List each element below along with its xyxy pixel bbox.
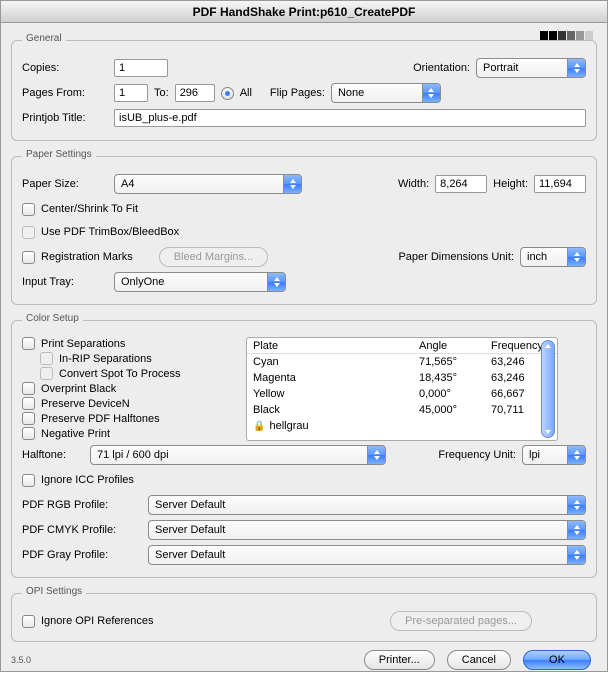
rgb-profile-select[interactable]: Server Default [148,495,586,515]
cancel-button[interactable]: Cancel [447,650,511,670]
frequency-unit-label: Frequency Unit: [438,449,516,461]
paper-width-label: Width: [398,178,429,190]
registration-marks-checkbox[interactable]: Registration Marks [22,251,133,264]
pages-to-input[interactable] [175,84,215,102]
pre-separated-button: Pre-separated pages... [390,611,532,631]
pages-from-label: Pages From: [22,87,108,99]
center-shrink-checkbox[interactable]: Center/Shrink To Fit [22,203,138,216]
version-label: 3.5.0 [11,655,31,665]
lock-icon: 🔒 [253,421,265,432]
gray-profile-label: PDF Gray Profile: [22,549,142,561]
in-rip-separations-checkbox: In-RIP Separations [40,352,240,365]
pages-from-input[interactable] [114,84,148,102]
input-tray-select[interactable]: OnlyOne [114,272,286,292]
gray-profile-select[interactable]: Server Default [148,545,586,565]
print-separations-checkbox[interactable]: Print Separations [22,337,240,350]
use-trimbox-checkbox: Use PDF TrimBox/BleedBox [22,226,179,239]
printjob-title-input[interactable] [114,109,586,127]
opi-settings-group: OPI Settings Ignore OPI References Pre-s… [11,588,597,642]
orientation-label: Orientation: [413,62,470,74]
frequency-unit-select[interactable]: lpi [522,445,586,465]
pages-all-radio[interactable]: All [221,87,252,100]
pages-to-label: To: [154,87,169,99]
overprint-black-checkbox[interactable]: Overprint Black [22,382,240,395]
preserve-devicen-checkbox[interactable]: Preserve DeviceN [22,397,240,410]
plates-list[interactable]: Plate Angle Frequency Cyan71,565°63,246 … [246,337,558,441]
plates-scrollbar[interactable] [541,340,555,438]
paper-dim-unit-select[interactable]: inch [520,247,586,267]
flip-pages-label: Flip Pages: [270,87,325,99]
general-group: General Copies: Orientation: Portrait Pa… [11,35,597,141]
copies-label: Copies: [22,62,108,74]
rgb-profile-label: PDF RGB Profile: [22,499,142,511]
paper-settings-group: Paper Settings Paper Size: A4 Width: Hei… [11,151,597,305]
flip-pages-select[interactable]: None [331,83,441,103]
ignore-opi-checkbox[interactable]: Ignore OPI References [22,615,154,628]
input-tray-label: Input Tray: [22,276,108,288]
preserve-halftones-checkbox[interactable]: Preserve PDF Halftones [22,412,240,425]
paper-size-select[interactable]: A4 [114,174,302,194]
color-setup-group: Color Setup Print Separations In-RIP Sep… [11,315,597,578]
orientation-select[interactable]: Portrait [476,58,586,78]
halftone-label: Halftone: [22,449,84,461]
paper-size-label: Paper Size: [22,178,108,190]
paper-dim-unit-label: Paper Dimensions Unit: [398,251,514,263]
copies-input[interactable] [114,59,168,77]
cmyk-profile-label: PDF CMYK Profile: [22,524,142,536]
negative-print-checkbox[interactable]: Negative Print [22,427,240,440]
ignore-icc-checkbox[interactable]: Ignore ICC Profiles [22,474,134,487]
printer-button[interactable]: Printer... [364,650,435,670]
paper-height-label: Height: [493,178,528,190]
convert-spot-checkbox: Convert Spot To Process [40,367,240,380]
paper-height-input[interactable] [534,175,586,193]
ok-button[interactable]: OK [523,650,591,670]
window-title: PDF HandShake Print:p610_CreatePDF [1,1,607,23]
halftone-select[interactable]: 71 lpi / 600 dpi [90,445,386,465]
printjob-title-label: Printjob Title: [22,112,108,124]
bleed-margins-button: Bleed Margins... [159,247,268,267]
cmyk-profile-select[interactable]: Server Default [148,520,586,540]
paper-width-input[interactable] [435,175,487,193]
